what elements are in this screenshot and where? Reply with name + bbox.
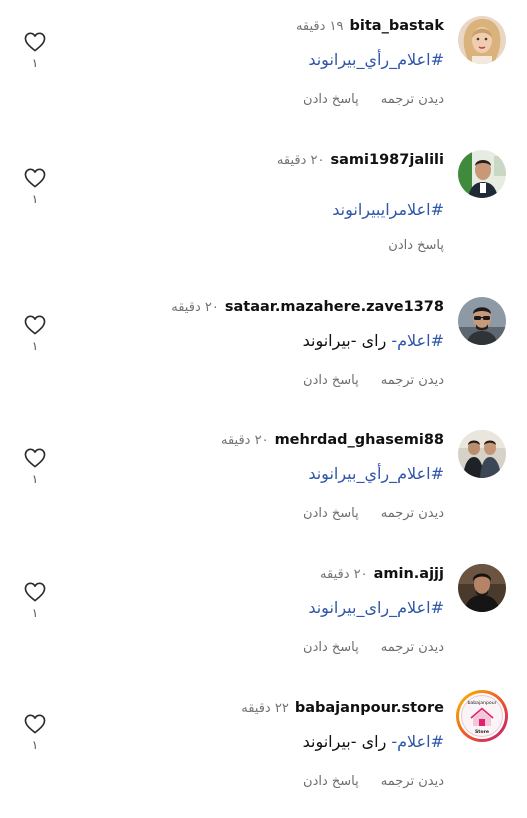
reply-button[interactable]: پاسخ دادن <box>303 373 359 388</box>
like-section: ۱ <box>22 32 48 70</box>
like-section: ۱ <box>22 168 48 206</box>
comment-actions: پاسخ دادن دیدن ترجمه <box>303 506 444 521</box>
comment-item: sataar.mazahere.zave1378 ۲۰ دقیقه #اعلام… <box>0 297 527 417</box>
like-section: ۱ <box>22 714 48 752</box>
comment-item: mehrdad_ghasemi88 ۲۰ دقیقه #اعلام_رأي_بي… <box>0 430 527 550</box>
username[interactable]: sataar.mazahere.zave1378 <box>225 299 444 315</box>
avatar[interactable] <box>458 297 506 345</box>
hashtag-link[interactable]: #اعلام_رای_بیرانوند <box>308 598 444 617</box>
see-translation-button[interactable]: دیدن ترجمه <box>381 506 444 521</box>
comment-actions: پاسخ دادن دیدن ترجمه <box>303 774 444 789</box>
comment-time: ۲۰ دقیقه <box>320 566 368 582</box>
like-section: ۱ <box>22 582 48 620</box>
comment-header: sataar.mazahere.zave1378 ۲۰ دقیقه <box>171 297 444 317</box>
comment-time: ۱۹ دقیقه <box>295 18 344 34</box>
username[interactable]: bita_bastak <box>350 18 444 34</box>
comment-actions: پاسخ دادن دیدن ترجمه <box>303 373 444 388</box>
hashtag-link[interactable]: #اعلام_رأي_بيرانوند <box>308 464 444 483</box>
see-translation-button[interactable]: دیدن ترجمه <box>381 373 444 388</box>
comment-text: #اعلام- رای -بیرانوند <box>303 732 444 751</box>
reply-button[interactable]: پاسخ دادن <box>303 774 359 789</box>
comment-header: sami1987jalili ۲۰ دقیقه <box>277 150 444 170</box>
hashtag-link[interactable]: #اعلام- <box>391 732 444 751</box>
comment-item: babajanpour Store babajanpour.store ۲۲ د… <box>0 690 527 818</box>
heart-icon[interactable] <box>24 582 46 602</box>
like-count: ۱ <box>31 472 39 486</box>
comment-time: ۲۰ دقیقه <box>221 432 269 448</box>
username[interactable]: sami1987jalili <box>331 152 445 168</box>
comment-header: amin.ajjj ۲۰ دقیقه <box>320 564 444 584</box>
username[interactable]: amin.ajjj <box>374 566 444 582</box>
comment-header: bita_bastak ۱۹ دقیقه <box>296 16 444 36</box>
reply-button[interactable]: پاسخ دادن <box>388 238 444 253</box>
avatar-woman-blonde-icon <box>458 16 506 64</box>
avatar-logo-text-bottom: Store <box>475 729 489 735</box>
avatar-two-men-icon <box>458 430 506 478</box>
avatar-store-logo-icon: babajanpour Store <box>456 690 508 742</box>
avatar[interactable] <box>458 150 506 198</box>
reply-button[interactable]: پاسخ دادن <box>303 506 359 521</box>
avatar[interactable] <box>458 564 506 612</box>
see-translation-button[interactable]: دیدن ترجمه <box>381 92 444 107</box>
comment-time: ۲۰ دقیقه <box>171 299 219 315</box>
avatar[interactable]: babajanpour Store <box>455 689 509 743</box>
hashtag-link[interactable]: #اعلام- <box>391 331 444 350</box>
like-count: ۱ <box>31 339 39 353</box>
reply-button[interactable]: پاسخ دادن <box>303 640 359 655</box>
comment-item: amin.ajjj ۲۰ دقیقه #اعلام_رای_بیرانوند پ… <box>0 564 527 684</box>
heart-icon[interactable] <box>24 448 46 468</box>
like-count: ۱ <box>31 738 39 752</box>
comment-text: #اعلام_رأي_بيرانوند <box>308 464 444 483</box>
comment-actions: پاسخ دادن <box>388 238 444 253</box>
heart-icon[interactable] <box>24 168 46 188</box>
comment-header: babajanpour.store ۲۲ دقیقه <box>241 698 444 718</box>
avatar[interactable] <box>458 430 506 478</box>
comment-actions: پاسخ دادن دیدن ترجمه <box>303 640 444 655</box>
username[interactable]: babajanpour.store <box>295 700 444 716</box>
avatar-logo-text-top: babajanpour <box>468 700 497 706</box>
like-section: ۱ <box>22 448 48 486</box>
comment-text-rest: رای -بیرانوند <box>302 732 392 751</box>
heart-icon[interactable] <box>24 315 46 335</box>
avatar-man-sunglasses-icon <box>458 297 506 345</box>
like-count: ۱ <box>31 56 39 70</box>
comment-text: #اعلام- رای -بیرانوند <box>303 331 444 350</box>
comment-text: #اعلام_رای_بیرانوند <box>308 598 444 617</box>
comment-time: ۲۲ دقیقه <box>241 700 289 716</box>
comment-text: #اعلام_رأي_بيرانوند <box>308 50 444 69</box>
comment-item: sami1987jalili ۲۰ دقیقه #اعلامرایبیرانون… <box>0 150 527 270</box>
hashtag-link[interactable]: #اعلام_رأي_بيرانوند <box>308 50 444 69</box>
comment-header: mehrdad_ghasemi88 ۲۰ دقیقه <box>221 430 444 450</box>
heart-icon[interactable] <box>24 714 46 734</box>
comment-time: ۲۰ دقیقه <box>276 152 325 168</box>
avatar-man-dark-icon <box>458 564 506 612</box>
heart-icon[interactable] <box>24 32 46 52</box>
like-count: ۱ <box>31 192 39 206</box>
hashtag-link[interactable]: #اعلامرایبیرانوند <box>332 200 444 219</box>
comment-text-rest: رای -بیرانوند <box>302 331 392 350</box>
avatar[interactable] <box>458 16 506 64</box>
username[interactable]: mehrdad_ghasemi88 <box>275 432 444 448</box>
comment-item: bita_bastak ۱۹ دقیقه #اعلام_رأي_بيرانوند… <box>0 16 527 136</box>
see-translation-button[interactable]: دیدن ترجمه <box>381 640 444 655</box>
see-translation-button[interactable]: دیدن ترجمه <box>381 774 444 789</box>
like-count: ۱ <box>31 606 39 620</box>
comment-text: #اعلامرایبیرانوند <box>332 200 444 219</box>
reply-button[interactable]: پاسخ دادن <box>303 92 359 107</box>
avatar-man-green-icon <box>458 150 506 198</box>
comment-actions: پاسخ دادن دیدن ترجمه <box>303 92 444 107</box>
like-section: ۱ <box>22 315 48 353</box>
